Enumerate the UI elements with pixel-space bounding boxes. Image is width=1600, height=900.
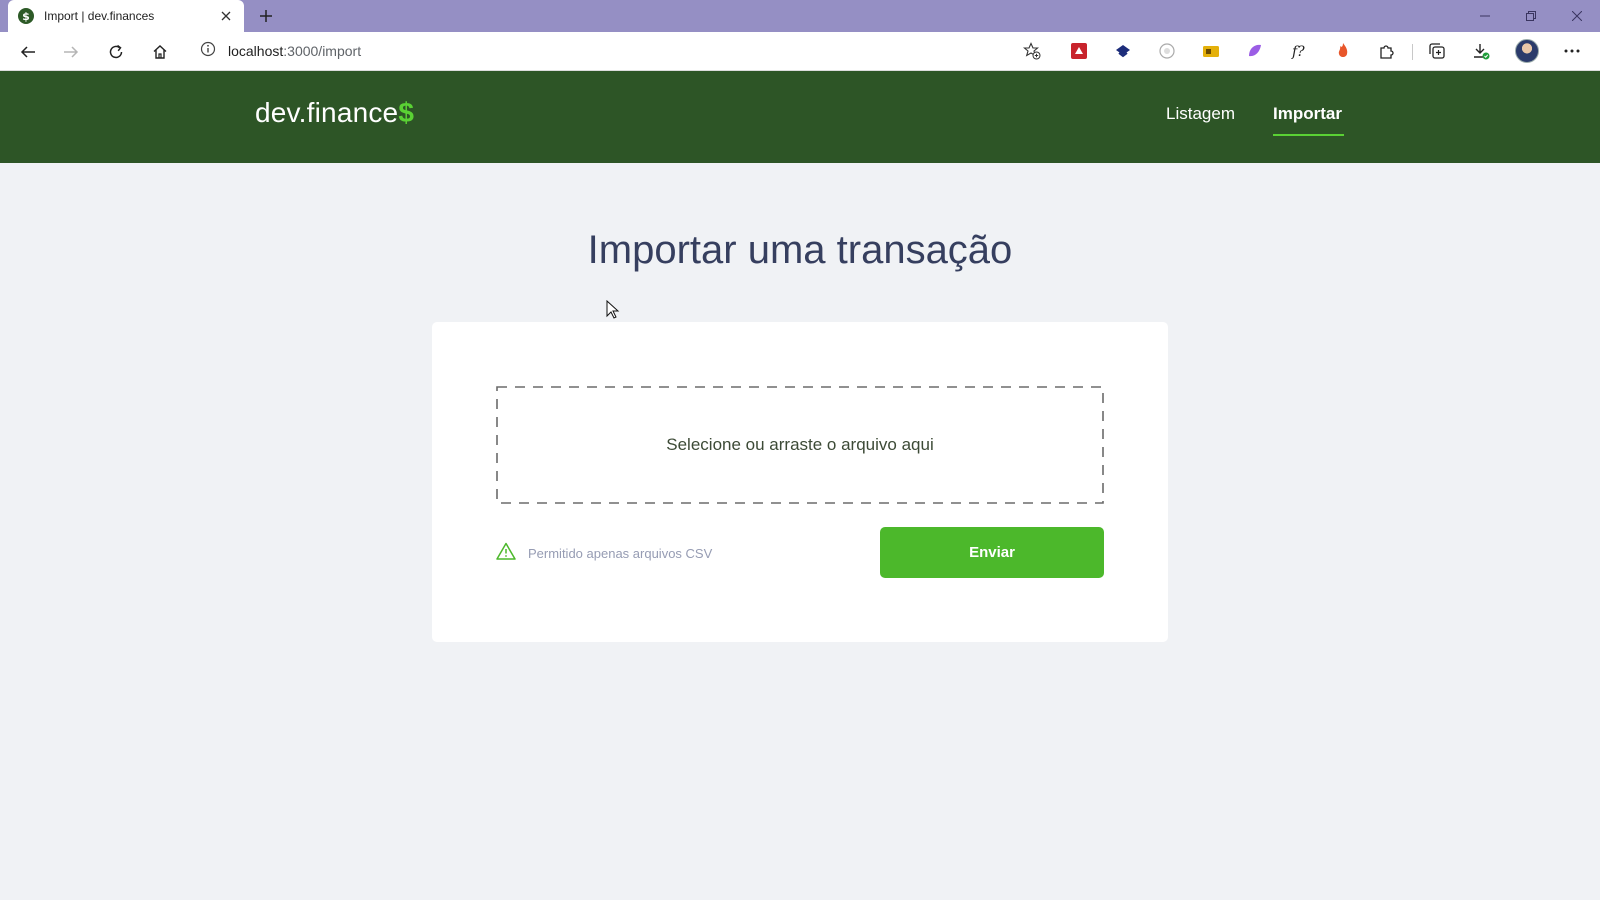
dollar-favicon-icon: $ [18, 8, 34, 24]
file-dropzone[interactable]: Selecione ou arraste o arquivo aqui [496, 386, 1104, 504]
extension-yellow-icon[interactable] [1200, 40, 1222, 62]
file-type-hint: Permitido apenas arquivos CSV [496, 542, 712, 564]
close-window-icon[interactable] [1562, 4, 1592, 28]
address-bar[interactable]: localhost:3000/import [188, 35, 1048, 67]
extensions-puzzle-icon[interactable] [1376, 40, 1398, 62]
extension-purple-icon[interactable] [1244, 40, 1266, 62]
warning-icon [496, 542, 516, 564]
page-title: Importar uma transação [587, 228, 1013, 272]
svg-text:f?: f? [1291, 44, 1305, 60]
url-host: localhost [228, 43, 284, 59]
toolbar-separator [1412, 44, 1413, 60]
forward-icon[interactable] [57, 38, 85, 66]
logo[interactable]: dev.finance$ [255, 97, 414, 129]
url-text: localhost:3000/import [228, 43, 361, 59]
reload-icon[interactable] [102, 38, 130, 66]
active-nav-underline [1273, 134, 1344, 136]
back-icon[interactable] [14, 38, 42, 66]
favorite-add-icon[interactable] [1022, 41, 1042, 61]
logo-dollar-accent: $ [398, 97, 415, 128]
extension-red-icon[interactable] [1068, 40, 1090, 62]
minimize-icon[interactable] [1470, 4, 1500, 28]
browser-tabstrip: $ Import | dev.finances [0, 0, 1600, 32]
site-info-icon[interactable] [200, 41, 216, 61]
import-card: Selecione ou arraste o arquivo aqui Perm… [432, 322, 1168, 642]
hint-text: Permitido apenas arquivos CSV [528, 545, 713, 561]
new-tab-icon[interactable] [256, 6, 276, 26]
extension-blue-icon[interactable] [1112, 40, 1134, 62]
collections-icon[interactable] [1426, 40, 1448, 62]
logo-text: dev.finance [255, 97, 399, 128]
nav-importar-link[interactable]: Importar [1273, 104, 1342, 124]
browser-tab[interactable]: $ Import | dev.finances [8, 0, 244, 32]
close-tab-icon[interactable] [218, 8, 234, 24]
profile-avatar[interactable] [1515, 39, 1539, 63]
downloads-icon[interactable] [1470, 40, 1492, 62]
dropzone-label: Selecione ou arraste o arquivo aqui [666, 435, 934, 454]
extension-fire-icon[interactable] [1332, 40, 1354, 62]
restore-icon[interactable] [1516, 4, 1546, 28]
app-header: dev.finance$ Listagem Importar [0, 71, 1600, 163]
browser-toolbar: localhost:3000/import f? [0, 32, 1600, 71]
mouse-cursor-icon [606, 300, 620, 319]
tab-title: Import | dev.finances [44, 9, 155, 23]
more-menu-icon[interactable] [1561, 40, 1583, 62]
submit-button[interactable]: Enviar [880, 527, 1104, 578]
home-icon[interactable] [146, 38, 174, 66]
url-path: :3000/import [283, 43, 362, 59]
extension-grey-icon[interactable] [1156, 40, 1178, 62]
nav-listagem-link[interactable]: Listagem [1166, 104, 1235, 124]
extension-formula-icon[interactable]: f? [1288, 40, 1310, 62]
